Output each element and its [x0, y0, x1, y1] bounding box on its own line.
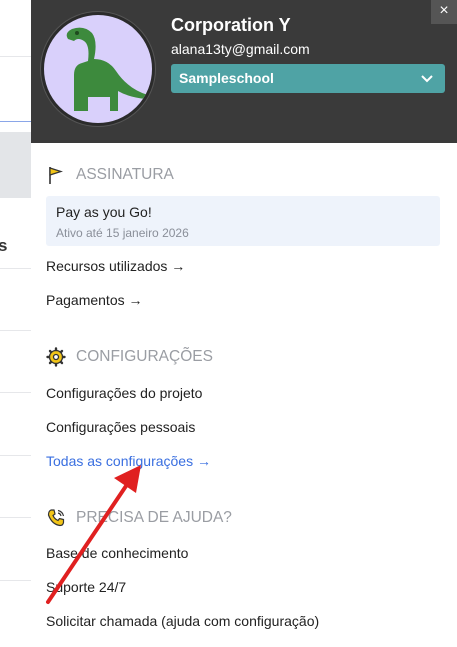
bg-divider: [0, 268, 31, 269]
user-email: alana13ty@gmail.com: [171, 41, 310, 57]
payments-link[interactable]: Pagamentos →: [46, 292, 143, 308]
bg-accent-line: [0, 121, 31, 122]
bg-divider: [0, 392, 31, 393]
background-app: s: [0, 0, 31, 647]
org-name: Corporation Y: [171, 15, 291, 35]
bg-divider: [0, 517, 31, 518]
gear-icon: [46, 347, 66, 367]
dinosaur-icon: [66, 27, 148, 111]
settings-section-title: CONFIGURAÇÕES: [46, 347, 213, 367]
avatar[interactable]: [41, 12, 155, 126]
personal-settings-link[interactable]: Configurações pessoais: [46, 419, 195, 435]
bg-divider: [0, 580, 31, 581]
help-title: PRECISA DE AJUDA?: [76, 509, 232, 526]
plan-name: Pay as you Go!: [56, 204, 152, 220]
account-drawer: × Corporation Y alana13ty@gmail.com Samp…: [31, 0, 457, 647]
help-section-title: PRECISA DE AJUDA?: [46, 508, 232, 528]
close-button[interactable]: ×: [431, 0, 457, 24]
knowledge-base-link[interactable]: Base de conhecimento: [46, 545, 188, 561]
project-settings-link[interactable]: Configurações do projeto: [46, 385, 202, 401]
plan-card: Pay as you Go! Ativo até 15 janeiro 2026: [46, 196, 440, 246]
phone-icon: [47, 509, 65, 527]
resources-used-link[interactable]: Recursos utilizados →: [46, 258, 185, 274]
bg-divider: [0, 330, 31, 331]
bg-band: [0, 132, 31, 198]
plan-status: Ativo até 15 janeiro 2026: [56, 226, 189, 240]
subscription-title: ASSINATURA: [76, 166, 174, 183]
support-link[interactable]: Suporte 24/7: [46, 579, 126, 595]
workspace-select[interactable]: Sampleschool: [171, 64, 445, 93]
drawer-header: × Corporation Y alana13ty@gmail.com Samp…: [31, 0, 457, 143]
subscription-section-title: ASSINATURA: [46, 165, 174, 185]
all-settings-link[interactable]: Todas as configurações →: [46, 453, 211, 469]
chevron-down-icon: [421, 75, 433, 83]
workspace-select-value: Sampleschool: [179, 70, 274, 86]
bg-divider: [0, 56, 31, 57]
flag-icon: [49, 167, 63, 184]
settings-title: CONFIGURAÇÕES: [76, 348, 213, 365]
bg-divider: [0, 455, 31, 456]
request-call-link[interactable]: Solicitar chamada (ajuda com configuraçã…: [46, 613, 319, 629]
bg-text-fragment: s: [0, 236, 8, 255]
